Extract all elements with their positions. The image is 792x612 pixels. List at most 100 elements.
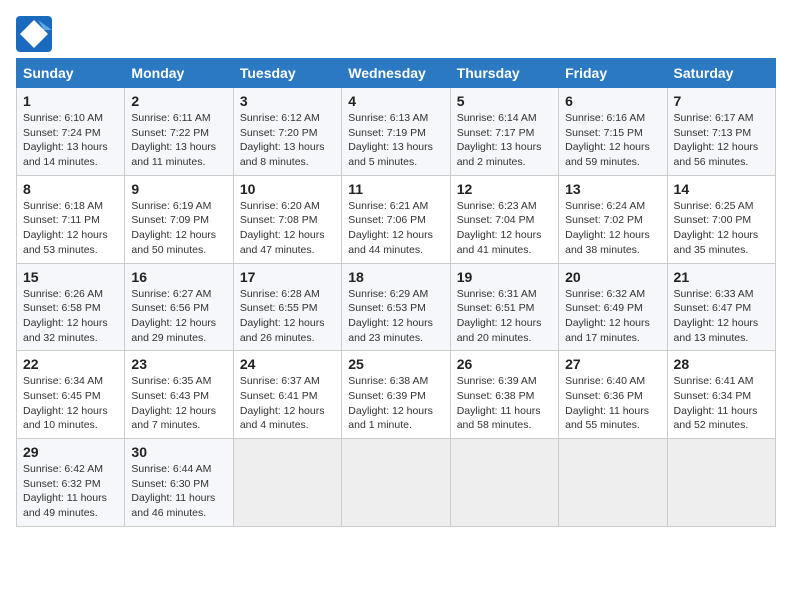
calendar-cell: 12 Sunrise: 6:23 AMSunset: 7:04 PMDayligh…: [450, 175, 558, 263]
calendar-cell: 24 Sunrise: 6:37 AMSunset: 6:41 PMDayligh…: [233, 351, 341, 439]
cell-info: Sunrise: 6:17 AMSunset: 7:13 PMDaylight:…: [674, 111, 769, 170]
day-number: 30: [131, 444, 226, 460]
calendar-cell: 26 Sunrise: 6:39 AMSunset: 6:38 PMDayligh…: [450, 351, 558, 439]
calendar-cell: [559, 439, 667, 527]
calendar-cell: 15 Sunrise: 6:26 AMSunset: 6:58 PMDayligh…: [17, 263, 125, 351]
logo-icon: [16, 16, 52, 52]
weekday-header-thursday: Thursday: [450, 59, 558, 88]
day-number: 8: [23, 181, 118, 197]
cell-info: Sunrise: 6:11 AMSunset: 7:22 PMDaylight:…: [131, 111, 226, 170]
calendar-cell: [667, 439, 775, 527]
calendar-cell: [342, 439, 450, 527]
calendar-cell: [233, 439, 341, 527]
day-number: 13: [565, 181, 660, 197]
calendar-cell: 20 Sunrise: 6:32 AMSunset: 6:49 PMDayligh…: [559, 263, 667, 351]
cell-info: Sunrise: 6:18 AMSunset: 7:11 PMDaylight:…: [23, 199, 118, 258]
day-number: 9: [131, 181, 226, 197]
cell-info: Sunrise: 6:12 AMSunset: 7:20 PMDaylight:…: [240, 111, 335, 170]
calendar-cell: 30 Sunrise: 6:44 AMSunset: 6:30 PMDayligh…: [125, 439, 233, 527]
cell-info: Sunrise: 6:24 AMSunset: 7:02 PMDaylight:…: [565, 199, 660, 258]
cell-info: Sunrise: 6:38 AMSunset: 6:39 PMDaylight:…: [348, 374, 443, 433]
day-number: 12: [457, 181, 552, 197]
calendar-cell: 28 Sunrise: 6:41 AMSunset: 6:34 PMDayligh…: [667, 351, 775, 439]
day-number: 18: [348, 269, 443, 285]
day-number: 2: [131, 93, 226, 109]
calendar-cell: 14 Sunrise: 6:25 AMSunset: 7:00 PMDayligh…: [667, 175, 775, 263]
calendar-cell: 6 Sunrise: 6:16 AMSunset: 7:15 PMDaylight…: [559, 88, 667, 176]
cell-info: Sunrise: 6:35 AMSunset: 6:43 PMDaylight:…: [131, 374, 226, 433]
cell-info: Sunrise: 6:26 AMSunset: 6:58 PMDaylight:…: [23, 287, 118, 346]
weekday-header-tuesday: Tuesday: [233, 59, 341, 88]
day-number: 5: [457, 93, 552, 109]
calendar-cell: 7 Sunrise: 6:17 AMSunset: 7:13 PMDaylight…: [667, 88, 775, 176]
day-number: 20: [565, 269, 660, 285]
weekday-header-wednesday: Wednesday: [342, 59, 450, 88]
day-number: 26: [457, 356, 552, 372]
day-number: 7: [674, 93, 769, 109]
calendar-cell: 29 Sunrise: 6:42 AMSunset: 6:32 PMDayligh…: [17, 439, 125, 527]
logo: [16, 16, 56, 52]
calendar-cell: 8 Sunrise: 6:18 AMSunset: 7:11 PMDaylight…: [17, 175, 125, 263]
day-number: 15: [23, 269, 118, 285]
cell-info: Sunrise: 6:13 AMSunset: 7:19 PMDaylight:…: [348, 111, 443, 170]
cell-info: Sunrise: 6:19 AMSunset: 7:09 PMDaylight:…: [131, 199, 226, 258]
cell-info: Sunrise: 6:34 AMSunset: 6:45 PMDaylight:…: [23, 374, 118, 433]
cell-info: Sunrise: 6:20 AMSunset: 7:08 PMDaylight:…: [240, 199, 335, 258]
cell-info: Sunrise: 6:21 AMSunset: 7:06 PMDaylight:…: [348, 199, 443, 258]
calendar-cell: 3 Sunrise: 6:12 AMSunset: 7:20 PMDaylight…: [233, 88, 341, 176]
day-number: 29: [23, 444, 118, 460]
day-number: 10: [240, 181, 335, 197]
cell-info: Sunrise: 6:27 AMSunset: 6:56 PMDaylight:…: [131, 287, 226, 346]
calendar-cell: 4 Sunrise: 6:13 AMSunset: 7:19 PMDaylight…: [342, 88, 450, 176]
cell-info: Sunrise: 6:41 AMSunset: 6:34 PMDaylight:…: [674, 374, 769, 433]
day-number: 4: [348, 93, 443, 109]
calendar-cell: 19Sunrise: 6:31 AMSunset: 6:51 PMDayligh…: [450, 263, 558, 351]
day-number: 25: [348, 356, 443, 372]
calendar-cell: 22 Sunrise: 6:34 AMSunset: 6:45 PMDayligh…: [17, 351, 125, 439]
day-number: 3: [240, 93, 335, 109]
calendar-cell: 23 Sunrise: 6:35 AMSunset: 6:43 PMDayligh…: [125, 351, 233, 439]
cell-info: Sunrise: 6:37 AMSunset: 6:41 PMDaylight:…: [240, 374, 335, 433]
cell-info: Sunrise: 6:16 AMSunset: 7:15 PMDaylight:…: [565, 111, 660, 170]
calendar-cell: 21 Sunrise: 6:33 AMSunset: 6:47 PMDayligh…: [667, 263, 775, 351]
cell-info: Sunrise: 6:40 AMSunset: 6:36 PMDaylight:…: [565, 374, 660, 433]
day-number: 23: [131, 356, 226, 372]
cell-info: Sunrise: 6:44 AMSunset: 6:30 PMDaylight:…: [131, 462, 226, 521]
weekday-header-sunday: Sunday: [17, 59, 125, 88]
calendar-cell: 10 Sunrise: 6:20 AMSunset: 7:08 PMDayligh…: [233, 175, 341, 263]
calendar-cell: 1Sunrise: 6:10 AMSunset: 7:24 PMDaylight…: [17, 88, 125, 176]
cell-info: Sunrise: 6:10 AMSunset: 7:24 PMDaylight:…: [23, 111, 118, 170]
day-number: 24: [240, 356, 335, 372]
calendar-table: SundayMondayTuesdayWednesdayThursdayFrid…: [16, 58, 776, 527]
cell-info: Sunrise: 6:32 AMSunset: 6:49 PMDaylight:…: [565, 287, 660, 346]
day-number: 11: [348, 181, 443, 197]
cell-info: Sunrise: 6:42 AMSunset: 6:32 PMDaylight:…: [23, 462, 118, 521]
day-number: 21: [674, 269, 769, 285]
weekday-header-monday: Monday: [125, 59, 233, 88]
calendar-cell: [450, 439, 558, 527]
page-header: [16, 16, 776, 52]
cell-info: Sunrise: 6:33 AMSunset: 6:47 PMDaylight:…: [674, 287, 769, 346]
calendar-cell: 27 Sunrise: 6:40 AMSunset: 6:36 PMDayligh…: [559, 351, 667, 439]
day-number: 17: [240, 269, 335, 285]
weekday-header-friday: Friday: [559, 59, 667, 88]
calendar-cell: 17 Sunrise: 6:28 AMSunset: 6:55 PMDayligh…: [233, 263, 341, 351]
day-number: 6: [565, 93, 660, 109]
cell-info: Sunrise: 6:14 AMSunset: 7:17 PMDaylight:…: [457, 111, 552, 170]
day-number: 16: [131, 269, 226, 285]
day-number: 14: [674, 181, 769, 197]
day-number: 22: [23, 356, 118, 372]
calendar-cell: 25 Sunrise: 6:38 AMSunset: 6:39 PMDayligh…: [342, 351, 450, 439]
day-number: 19: [457, 269, 552, 285]
cell-info: Sunrise: 6:25 AMSunset: 7:00 PMDaylight:…: [674, 199, 769, 258]
calendar-cell: 16 Sunrise: 6:27 AMSunset: 6:56 PMDayligh…: [125, 263, 233, 351]
cell-info: Sunrise: 6:23 AMSunset: 7:04 PMDaylight:…: [457, 199, 552, 258]
calendar-cell: 2 Sunrise: 6:11 AMSunset: 7:22 PMDaylight…: [125, 88, 233, 176]
weekday-header-saturday: Saturday: [667, 59, 775, 88]
cell-info: Sunrise: 6:39 AMSunset: 6:38 PMDaylight:…: [457, 374, 552, 433]
day-number: 28: [674, 356, 769, 372]
calendar-cell: 18 Sunrise: 6:29 AMSunset: 6:53 PMDayligh…: [342, 263, 450, 351]
cell-info: Sunrise: 6:29 AMSunset: 6:53 PMDaylight:…: [348, 287, 443, 346]
day-number: 27: [565, 356, 660, 372]
cell-info: Sunrise: 6:28 AMSunset: 6:55 PMDaylight:…: [240, 287, 335, 346]
